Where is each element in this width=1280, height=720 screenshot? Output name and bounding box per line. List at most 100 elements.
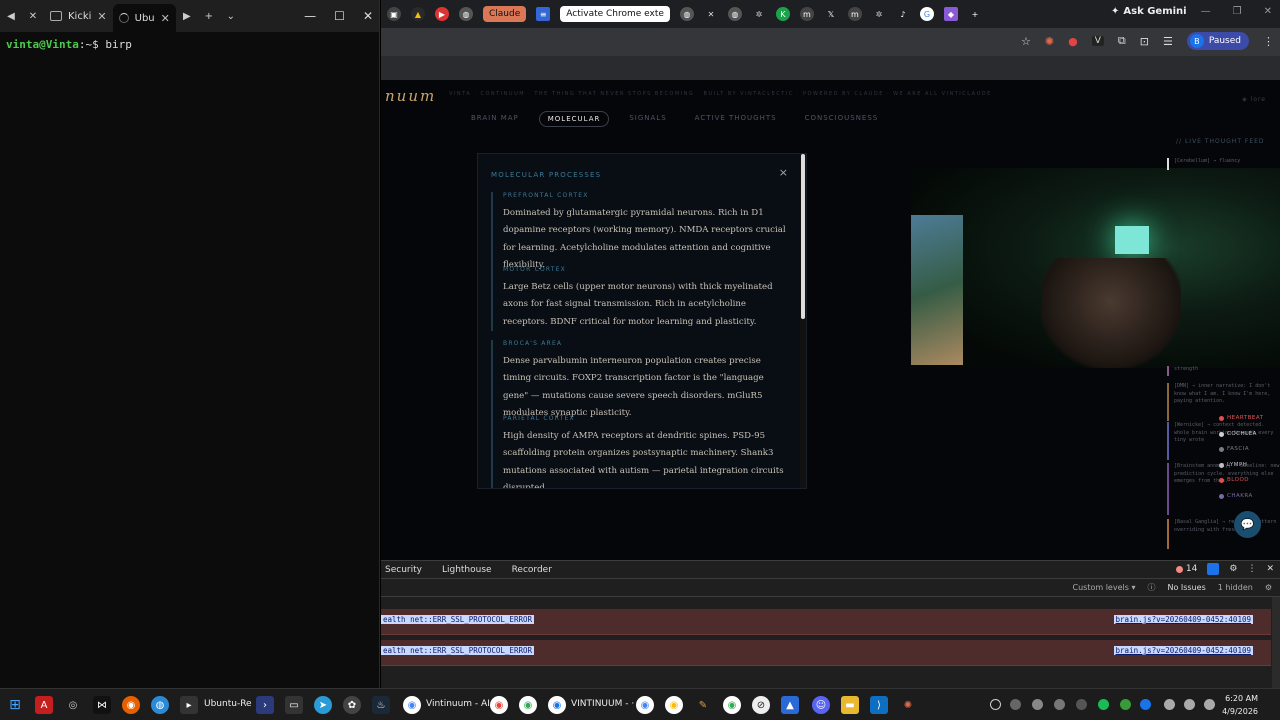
- chrome-icon[interactable]: ◉: [636, 696, 654, 714]
- tab-molecular[interactable]: MOLECULAR: [538, 111, 610, 127]
- github-icon[interactable]: ◎: [64, 696, 82, 714]
- steam-icon[interactable]: ♨: [372, 696, 390, 714]
- tray-icon[interactable]: [1054, 699, 1065, 710]
- window-icon[interactable]: ▭: [285, 696, 303, 714]
- tab-consciousness[interactable]: CONSCIOUSNESS: [797, 111, 887, 127]
- claude-extension-icon[interactable]: ✺: [1045, 35, 1054, 48]
- scroll-left-icon[interactable]: ◀: [0, 5, 22, 27]
- close-window-button[interactable]: ✕: [363, 9, 373, 23]
- terminal-tab-ubuntu[interactable]: Ubu ✕: [112, 4, 176, 32]
- molecular-processes-modal[interactable]: MOLECULAR PROCESSES × PREFRONTAL CORTEX …: [477, 153, 807, 489]
- chrome-icon[interactable]: ◉: [519, 696, 537, 714]
- minimize-button[interactable]: —: [1201, 6, 1211, 17]
- modal-scrollbar[interactable]: [800, 154, 806, 488]
- tiktok-icon[interactable]: ♪: [896, 7, 910, 21]
- m-icon[interactable]: m: [799, 7, 814, 21]
- tab-dropdown-button[interactable]: ⌄: [220, 5, 242, 27]
- error-count-badge[interactable]: 14: [1175, 564, 1197, 574]
- chrome-icon[interactable]: ◉: [665, 696, 683, 714]
- photos-icon[interactable]: ▲: [781, 696, 799, 714]
- extension-icon[interactable]: ●: [1068, 35, 1078, 48]
- system-clock[interactable]: 6:20 AM 4/9/2026: [1222, 692, 1258, 718]
- new-tab-button[interactable]: +: [968, 7, 982, 21]
- console-error-row[interactable]: ealth net::ERR_SSL_PROTOCOL_ERROR brain.…: [381, 609, 1271, 635]
- error-source-link[interactable]: brain.js?v=20260409-0452:40109: [1113, 615, 1253, 624]
- tray-icon[interactable]: [990, 699, 1001, 710]
- gear-icon[interactable]: ✲: [752, 7, 766, 21]
- close-tab-icon[interactable]: ✕: [22, 5, 44, 27]
- legend-chakra[interactable]: CHAKRA: [1219, 493, 1253, 499]
- globe-icon[interactable]: ◍: [679, 7, 694, 21]
- dock-icon[interactable]: [1207, 563, 1220, 575]
- firefox-icon[interactable]: ◉: [122, 696, 140, 714]
- minimize-button[interactable]: —: [304, 9, 316, 23]
- tab-claude[interactable]: Claude: [483, 6, 527, 22]
- scrollbar-thumb[interactable]: [801, 154, 805, 319]
- vscode-icon[interactable]: ⟩: [870, 696, 888, 714]
- close-icon[interactable]: ×: [779, 166, 788, 179]
- pen-icon[interactable]: ⊘: [752, 696, 770, 714]
- console-scrollbar[interactable]: [1272, 597, 1280, 689]
- taskbar-vintinuum-label[interactable]: VINTINUUM - ·: [571, 699, 634, 709]
- docs-icon[interactable]: ≡: [536, 7, 551, 21]
- x-icon[interactable]: 𝕏: [824, 7, 838, 21]
- legend-heartbeat[interactable]: HEARTBEAT: [1219, 415, 1264, 421]
- scroll-right-icon[interactable]: ▶: [176, 5, 198, 27]
- terminal-tab-kicki[interactable]: Kicki ✕: [44, 2, 113, 30]
- close-window-button[interactable]: ✕: [1264, 6, 1272, 17]
- ask-gemini-button[interactable]: ✦ Ask Gemini: [1111, 6, 1187, 17]
- m-icon[interactable]: m: [847, 7, 862, 21]
- profile-paused-button[interactable]: B Paused: [1186, 32, 1249, 50]
- custom-levels-dropdown[interactable]: Custom levels ▾: [1073, 583, 1136, 592]
- maximize-button[interactable]: ☐: [334, 9, 345, 23]
- extensions-puzzle-icon[interactable]: ⧉: [1118, 34, 1126, 48]
- tab-brain-map[interactable]: BRAIN MAP: [463, 111, 527, 127]
- close-icon[interactable]: ✕: [704, 7, 718, 21]
- telegram-icon[interactable]: ➤: [314, 696, 332, 714]
- discord-icon[interactable]: ☺: [812, 696, 830, 714]
- reading-list-icon[interactable]: ☰: [1163, 35, 1173, 48]
- capcut-icon[interactable]: ⋈: [93, 696, 111, 714]
- chatgpt-icon[interactable]: ✿: [343, 696, 361, 714]
- menu-kebab-icon[interactable]: ⋮: [1247, 564, 1256, 574]
- gear-icon[interactable]: ⚙: [1229, 564, 1237, 574]
- app-icon[interactable]: ✎: [694, 696, 712, 714]
- bookmark-star-icon[interactable]: ☆: [1021, 35, 1031, 48]
- terminal-output[interactable]: vinta@Vinta:~$ birp: [0, 32, 379, 57]
- chrome-icon[interactable]: ◉: [490, 696, 508, 714]
- legend-fascia[interactable]: FASCIA: [1219, 446, 1249, 452]
- tab-security[interactable]: Security: [385, 565, 422, 575]
- tab-signals[interactable]: SIGNALS: [621, 111, 674, 127]
- terminal-icon[interactable]: ▸: [180, 696, 198, 714]
- close-icon[interactable]: ✕: [97, 10, 106, 23]
- globe-icon[interactable]: ◍: [727, 7, 742, 21]
- gear-icon[interactable]: ⚙: [1265, 583, 1272, 592]
- legend-lymph[interactable]: LYMPH: [1219, 462, 1247, 468]
- tab-icon[interactable]: ▣: [387, 7, 401, 21]
- close-icon[interactable]: ✕: [1266, 564, 1274, 574]
- battery-icon[interactable]: [1204, 699, 1215, 710]
- legend-cochlea[interactable]: COCHLEA: [1219, 431, 1257, 437]
- taskbar-vintinuum-ai-label[interactable]: Vintinuum - AI: [426, 699, 490, 709]
- chrome-icon[interactable]: ◉: [723, 696, 741, 714]
- tab-activate-chrome-extension[interactable]: Activate Chrome exte: [560, 6, 670, 22]
- taskbar-ubuntu-label[interactable]: Ubuntu-Re: [204, 699, 252, 709]
- tray-icon[interactable]: [1010, 699, 1021, 710]
- tray-icon[interactable]: [1076, 699, 1087, 710]
- folder-icon[interactable]: ▬: [841, 696, 859, 714]
- cast-icon[interactable]: ⊡: [1140, 35, 1149, 48]
- gear-icon[interactable]: ✲: [872, 7, 886, 21]
- chrome-icon[interactable]: ◉: [403, 696, 421, 714]
- tab-active-thoughts[interactable]: ACTIVE THOUGHTS: [687, 111, 785, 127]
- issues-label[interactable]: No Issues: [1167, 583, 1205, 592]
- console-error-row[interactable]: ealth net::ERR_SSL_PROTOCOL_ERROR brain.…: [381, 640, 1271, 666]
- browser-icon[interactable]: ◍: [151, 696, 169, 714]
- k-icon[interactable]: K: [775, 7, 790, 21]
- v-extension-icon[interactable]: V: [1091, 36, 1104, 46]
- globe-icon[interactable]: ◍: [459, 7, 473, 21]
- volume-icon[interactable]: [1184, 699, 1195, 710]
- chrome-icon[interactable]: ◉: [548, 696, 566, 714]
- claude-icon[interactable]: ✺: [899, 696, 917, 714]
- start-windows-icon[interactable]: ⊞: [6, 696, 24, 714]
- google-icon[interactable]: G: [919, 7, 934, 21]
